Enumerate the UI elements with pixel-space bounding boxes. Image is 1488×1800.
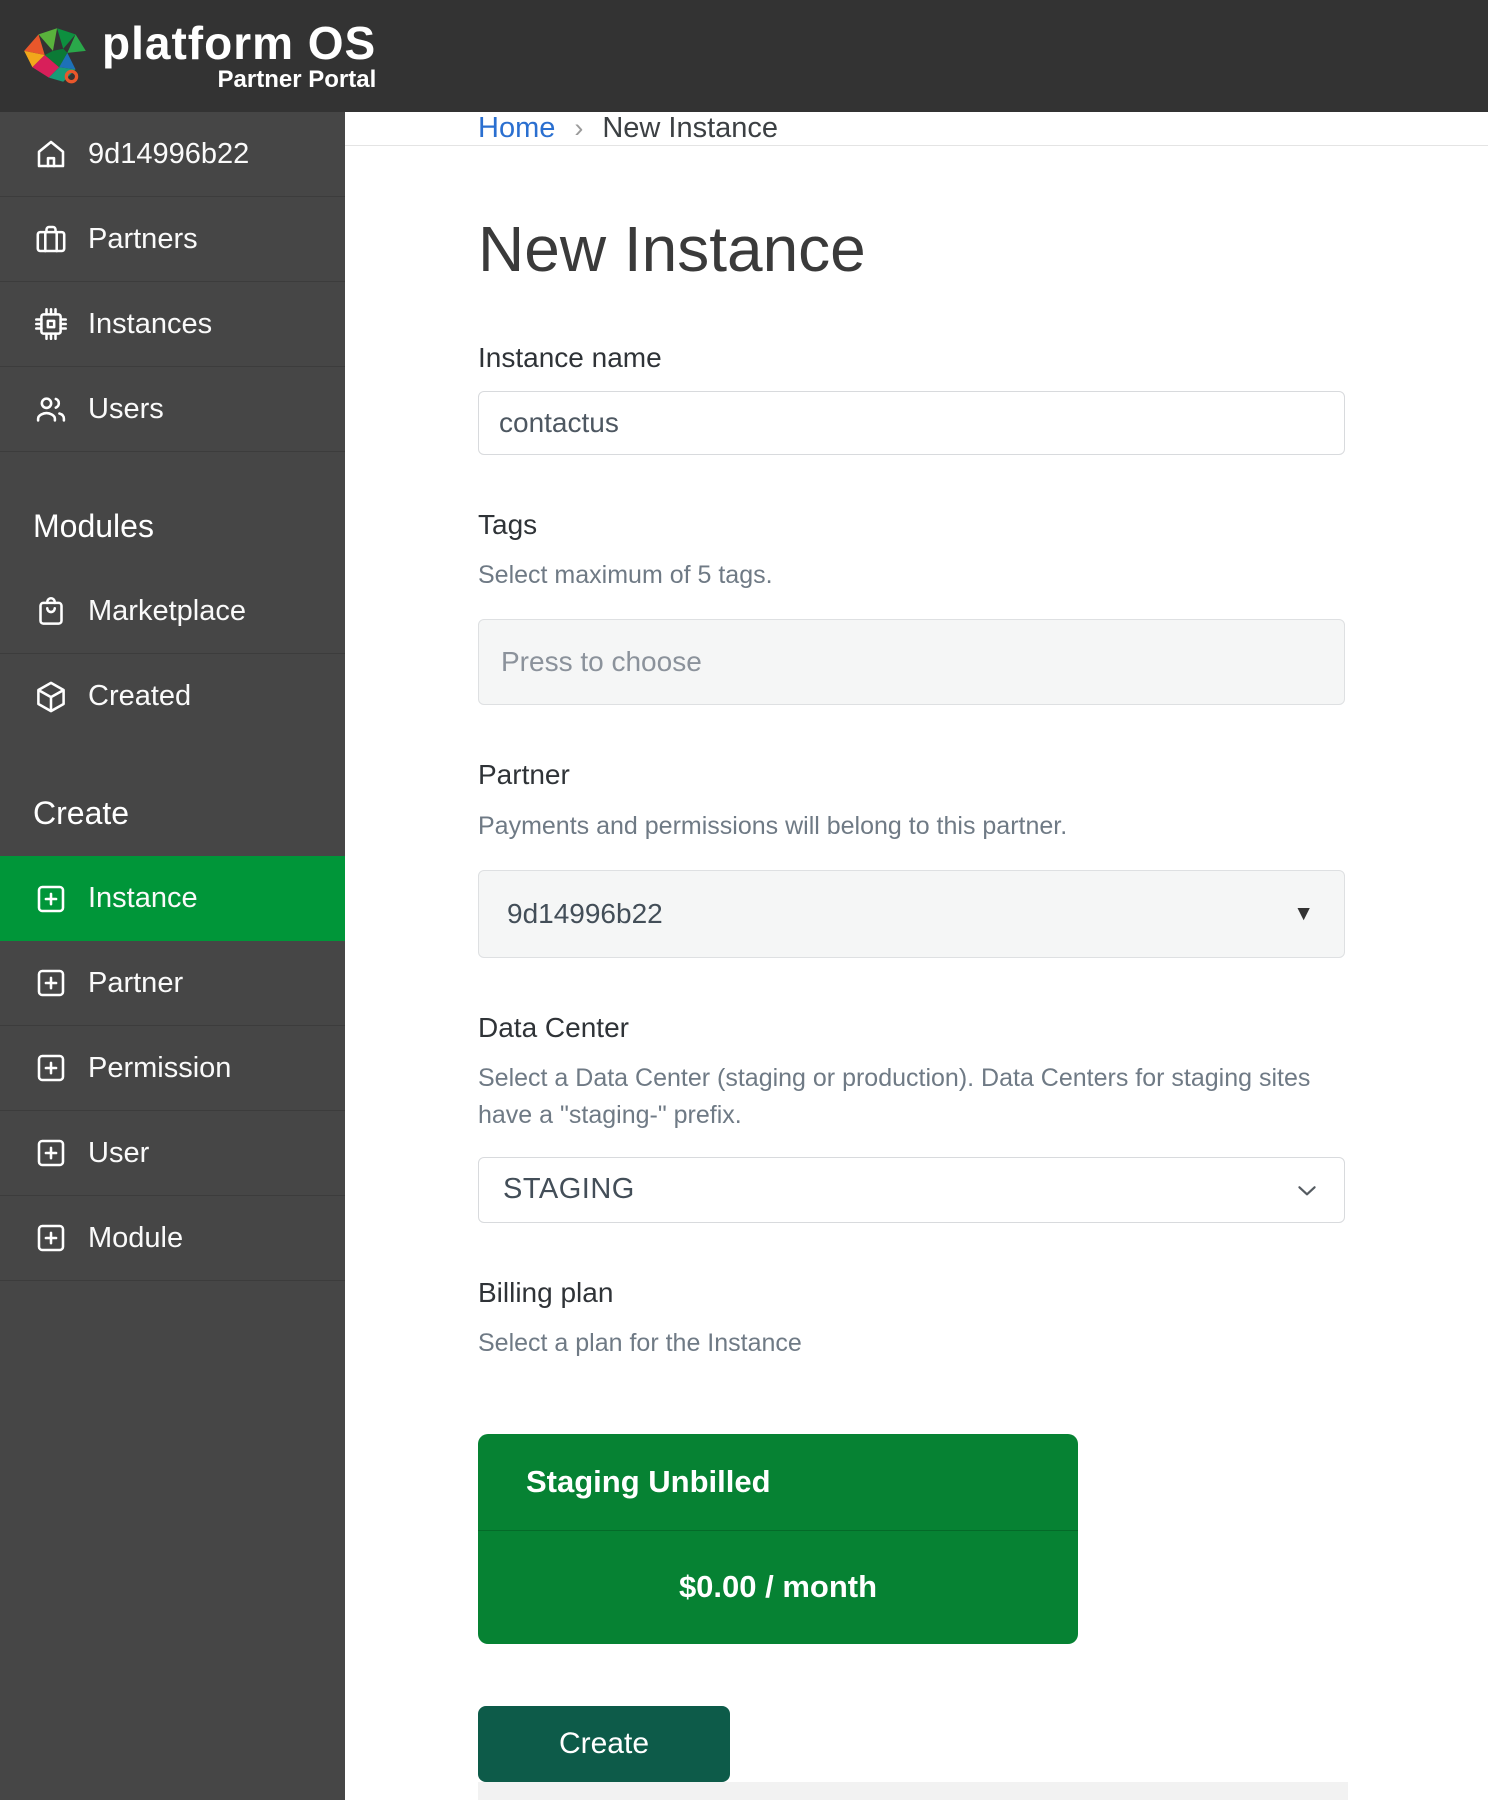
plus-square-icon [33, 1050, 69, 1086]
sidebar-item-instances[interactable]: Instances [0, 282, 345, 367]
sidebar-item-created[interactable]: Created [0, 654, 345, 739]
sidebar-item-partner-home[interactable]: 9d14996b22 [0, 112, 345, 197]
sidebar-item-create-module[interactable]: Module [0, 1196, 345, 1281]
sidebar-section-create-title: Create [33, 795, 130, 831]
page-title: New Instance [478, 213, 866, 285]
sidebar-item-label: Created [88, 680, 192, 712]
data-center-select[interactable]: STAGING [478, 1156, 1345, 1223]
chip-icon [33, 306, 69, 342]
plus-square-icon [33, 1135, 69, 1171]
brand-name: platform OS [102, 16, 377, 69]
tags-placeholder: Press to choose [501, 646, 702, 678]
create-button[interactable]: Create [478, 1705, 730, 1782]
sidebar-item-marketplace[interactable]: Marketplace [0, 569, 345, 654]
partner-label: Partner [478, 759, 570, 791]
sidebar-create-nav: Instance Partner Permission User Module [0, 856, 345, 1281]
breadcrumb: Home › New Instance [345, 112, 1488, 146]
sidebar-item-label: Module [88, 1221, 184, 1254]
plus-square-icon [33, 1220, 69, 1256]
data-center-label: Data Center [478, 1012, 629, 1044]
shopping-bag-icon [33, 593, 69, 629]
new-instance-form: New Instance Instance name Tags Select m… [345, 146, 1488, 1800]
dropdown-caret-icon: ▼ [1293, 902, 1314, 926]
billing-plan-hint: Select a plan for the Instance [478, 1329, 802, 1358]
sidebar-item-create-partner[interactable]: Partner [0, 941, 345, 1026]
partner-hint: Payments and permissions will belong to … [478, 811, 1068, 840]
app-header: platform OS Partner Portal [0, 0, 1488, 112]
billing-plan-label: Billing plan [478, 1276, 614, 1308]
cube-icon [33, 679, 69, 715]
home-icon [33, 136, 69, 172]
instance-name-input[interactable] [478, 390, 1345, 455]
sidebar-item-label: Partners [88, 222, 198, 255]
breadcrumb-separator-icon: › [574, 113, 584, 143]
sidebar-item-label: 9d14996b22 [88, 137, 250, 170]
plan-price: $0.00 / month [678, 1569, 878, 1605]
billing-plan-card-staging-unbilled[interactable]: Staging Unbilled $0.00 / month [478, 1433, 1078, 1644]
sidebar-item-label: Partner [88, 966, 184, 999]
plan-name: Staging Unbilled [478, 1434, 1078, 1531]
sidebar-modules-nav: Marketplace Created [0, 569, 345, 739]
platformos-chameleon-icon [18, 22, 92, 90]
tags-label: Tags [478, 508, 538, 540]
sidebar-item-create-permission[interactable]: Permission [0, 1026, 345, 1111]
breadcrumb-current: New Instance [602, 112, 779, 144]
tags-hint: Select maximum of 5 tags. [478, 561, 773, 590]
partner-select[interactable]: 9d14996b22 ▼ [478, 870, 1345, 959]
sidebar-item-label: User [88, 1136, 150, 1169]
breadcrumb-home-link[interactable]: Home [478, 112, 555, 145]
briefcase-icon [33, 221, 69, 257]
sidebar-item-label: Instances [88, 307, 213, 340]
plus-square-icon [33, 965, 69, 1001]
sidebar-item-partners[interactable]: Partners [0, 197, 345, 282]
data-center-hint: Select a Data Center (staging or product… [478, 1064, 1311, 1129]
partner-selected-value: 9d14996b22 [507, 898, 663, 930]
users-icon [33, 391, 69, 427]
brand-logo[interactable]: platform OS Partner Portal [18, 16, 377, 94]
sidebar-item-label: Users [88, 392, 164, 425]
data-center-selected-value: STAGING [503, 1173, 635, 1206]
sidebar-item-users[interactable]: Users [0, 367, 345, 452]
sidebar-item-label: Permission [88, 1051, 232, 1084]
brand-subtitle: Partner Portal [217, 65, 377, 93]
tags-picker[interactable]: Press to choose [478, 619, 1345, 706]
sidebar-item-create-instance[interactable]: Instance [0, 856, 345, 941]
plus-square-icon [33, 881, 69, 917]
page-bottom-strip [478, 1781, 1348, 1800]
chevron-down-icon [1294, 1177, 1320, 1203]
sidebar-section-modules-title: Modules [33, 508, 154, 544]
sidebar-item-label: Instance [88, 882, 198, 914]
instance-name-label: Instance name [478, 342, 662, 374]
sidebar-main-nav: 9d14996b22 Partners Instances Users [0, 112, 345, 452]
sidebar-item-label: Marketplace [88, 594, 246, 627]
sidebar-item-create-user[interactable]: User [0, 1111, 345, 1196]
sidebar: 9d14996b22 Partners Instances Users Modu… [0, 112, 345, 1800]
